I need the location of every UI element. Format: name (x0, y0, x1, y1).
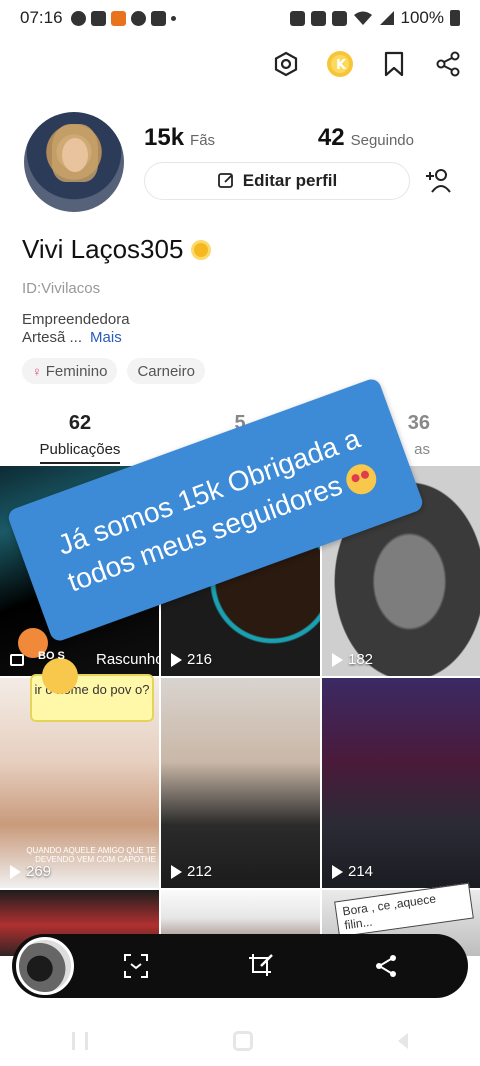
tab-publications-label: Publicações (39, 441, 121, 464)
bookmark-icon[interactable] (380, 50, 408, 78)
alarm-icon (289, 10, 305, 26)
crop-edit-icon[interactable] (246, 951, 276, 981)
dot-icon (170, 15, 176, 21)
vibrate-icon (310, 10, 326, 26)
profile-id[interactable]: ID:Vivilacos (22, 280, 100, 297)
tab-third-label: as (414, 441, 430, 458)
battery-percentage: 100% (400, 8, 444, 27)
add-friend-button[interactable] (424, 166, 454, 196)
status-right: 100% (289, 8, 460, 28)
tag-zodiac: Carneiro (127, 358, 205, 384)
following-count: 42 (317, 124, 345, 151)
header-actions: K (272, 50, 462, 78)
app-icon (110, 10, 126, 26)
status-time: 07:16 (20, 8, 63, 27)
home-icon[interactable] (232, 1031, 253, 1051)
status-bar: 07:16 100% (0, 0, 480, 36)
play-icon (332, 864, 343, 879)
notification-icons (70, 10, 176, 26)
view-count-value: 214 (348, 863, 374, 880)
edit-profile-button[interactable]: Editar perfil (144, 162, 410, 200)
whatsapp-icon (70, 10, 86, 26)
wifi-icon (353, 11, 372, 25)
bio-line-1: Empreendedora (22, 311, 130, 328)
view-count: 214 (332, 863, 373, 880)
view-count-value: 269 (26, 863, 52, 880)
fans-stat[interactable]: 15k Fãs (144, 124, 215, 152)
view-count: 182 (332, 651, 373, 668)
share-icon[interactable] (434, 50, 462, 78)
bio-more-link[interactable]: Mais (90, 329, 122, 346)
toolbar-actions (74, 951, 468, 981)
play-icon (10, 864, 21, 879)
female-icon: ♀ (32, 363, 42, 379)
fans-label: Fãs (190, 132, 216, 149)
view-count-value: 216 (187, 651, 213, 668)
profile-name: Vivi Laços305 (22, 234, 184, 264)
play-icon (171, 652, 182, 667)
svg-text:K: K (336, 58, 347, 73)
tag-gender: ♀ Feminino (22, 358, 118, 384)
signal-icon (379, 11, 394, 25)
draft-indicator: Rascunho (96, 651, 159, 668)
message-icon (90, 10, 106, 26)
tag-zodiac-label: Carneiro (137, 362, 195, 380)
mute-icon (331, 10, 347, 26)
following-label: Seguindo (350, 132, 414, 149)
scan-icon[interactable] (121, 951, 151, 981)
coin-icon[interactable]: K (326, 50, 354, 78)
youtube-icon (150, 10, 166, 26)
tag-gender-label: Feminino (45, 362, 108, 380)
draft-label: Rascunho (96, 651, 159, 668)
video-tile[interactable]: 214 (322, 678, 480, 888)
view-count: 216 (171, 651, 212, 668)
recent-apps-icon[interactable] (72, 1032, 89, 1050)
avatar-face (62, 138, 88, 172)
following-stat[interactable]: 42 Seguindo (318, 124, 414, 152)
draft-icon (10, 654, 24, 666)
bio-line-2: Artesã ... Mais (22, 329, 122, 346)
system-nav-bar (0, 1016, 480, 1066)
tab-publications[interactable]: 62 Publicações (0, 412, 160, 464)
play-icon (332, 652, 343, 667)
view-count: 212 (171, 863, 212, 880)
add-user-icon (426, 169, 451, 193)
heart-eyes-emoji-icon (342, 459, 381, 499)
profile-stats: 15k Fãs 42 Seguindo (144, 124, 414, 152)
screenshot-thumbnail[interactable] (16, 937, 74, 995)
edit-profile-label: Editar perfil (242, 171, 338, 190)
bio-line-2-text: Artesã ... (22, 329, 83, 346)
emoji-face-icon (42, 658, 78, 694)
verified-badge-icon[interactable] (191, 239, 212, 260)
facebook-icon (130, 10, 146, 26)
edit-icon (217, 173, 233, 188)
view-count-value: 212 (187, 863, 213, 880)
view-count-value: 182 (348, 651, 374, 668)
share-icon[interactable] (371, 951, 401, 981)
battery-icon (450, 10, 460, 26)
bonus-label: BO S (38, 650, 65, 662)
view-count: 269 (10, 863, 51, 880)
video-caption: QUANDO AQUELE AMIGO QUE TE DEVENDO VEM C… (26, 846, 156, 864)
back-icon[interactable] (397, 1033, 408, 1049)
fans-count: 15k (144, 124, 185, 151)
tab-publications-count: 62 (68, 412, 92, 434)
play-icon (171, 864, 182, 879)
video-tile[interactable]: 212 (161, 678, 320, 888)
profile-tags: ♀ Feminino Carneiro (22, 358, 205, 384)
profile-name-row: Vivi Laços305 (22, 234, 212, 265)
profile-avatar[interactable] (24, 112, 124, 212)
settings-hex-icon[interactable] (272, 50, 300, 78)
screenshot-toolbar (12, 934, 468, 998)
